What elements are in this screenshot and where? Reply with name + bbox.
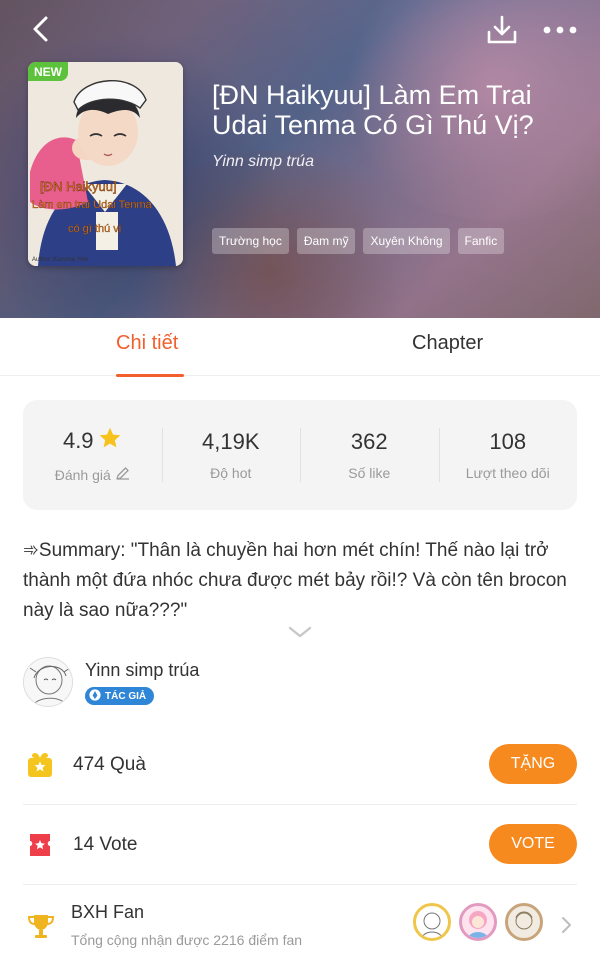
fan-ranking-subtitle: Tổng cộng nhận được 2216 điểm fan: [71, 932, 303, 948]
cover-title-line-1: [ĐN Haikyuu]: [40, 179, 117, 194]
download-icon[interactable]: [484, 12, 520, 48]
followers-value: 108: [489, 429, 527, 454]
expand-chevron-icon[interactable]: [286, 622, 314, 642]
tag-chip[interactable]: Fanfic: [457, 228, 505, 254]
tab-detail[interactable]: Chi tiết: [116, 332, 178, 355]
gift-row: 474 Quà TẶNG: [23, 725, 577, 805]
more-options-icon[interactable]: [540, 14, 580, 46]
book-author[interactable]: Yinn simp trúa: [212, 153, 314, 171]
tag-chip[interactable]: Xuyên Không: [363, 228, 450, 254]
tab-bar: Chi tiết Chapter: [0, 318, 600, 377]
ticket-icon: [27, 832, 53, 858]
rating-value: 4.9: [62, 428, 94, 453]
new-badge: NEW: [28, 62, 68, 81]
vote-button[interactable]: VOTE: [489, 824, 577, 864]
fan-avatar[interactable]: [413, 903, 451, 941]
author-badge: TÁC GIẢ: [85, 687, 155, 705]
stats-panel: 4.9 Đánh giá 4,19K Độ hot 362 Số like 10…: [23, 400, 577, 510]
fan-ranking-row[interactable]: BXH Fan Tổng cộng nhận được 2216 điểm fa…: [23, 885, 577, 965]
likes-label: Số like: [348, 465, 391, 481]
tag-chip[interactable]: Trường học: [212, 228, 289, 254]
book-title: [ĐN Haikyuu] Làm Em Trai Udai Tenma Có G…: [212, 80, 534, 140]
tag-chip[interactable]: Đam mỹ: [296, 228, 356, 254]
fan-avatar[interactable]: [459, 903, 497, 941]
vote-count: 14 Vote: [73, 834, 138, 855]
stat-likes: 362 Số like: [300, 400, 439, 510]
stat-followers: 108 Lượt theo dõi: [438, 400, 578, 510]
active-tab-indicator: [116, 374, 184, 377]
tab-chapter[interactable]: Chapter: [412, 332, 483, 355]
top-fans: [413, 903, 543, 941]
followers-label: Lượt theo dõi: [465, 465, 550, 481]
back-arrow-icon[interactable]: [24, 12, 58, 46]
vote-row: 14 Vote VOTE: [23, 805, 577, 885]
fan-avatar[interactable]: [505, 903, 543, 941]
hot-label: Độ hot: [210, 465, 252, 481]
fan-ranking-title: BXH Fan: [71, 902, 145, 922]
star-icon: [98, 426, 122, 456]
gift-count: 474 Quà: [73, 754, 146, 775]
edit-pencil-icon[interactable]: [115, 466, 130, 484]
cover-title-line-2: Làm em trai Udai Tenma: [32, 199, 153, 211]
pen-nib-icon: [89, 688, 101, 704]
stat-rating[interactable]: 4.9 Đánh giá: [23, 400, 162, 510]
book-header: [ĐN Haikyuu] Làm em trai Udai Tenma có g…: [0, 0, 600, 318]
author-name[interactable]: Yinn simp trúa: [85, 660, 199, 681]
gift-icon: [27, 752, 53, 778]
tag-list: Trường học Đam mỹ Xuyên Không Fanfic: [212, 228, 505, 254]
hot-value: 4,19K: [202, 429, 260, 454]
trophy-icon: [27, 912, 55, 938]
book-summary: ➾Summary: "Thân là chuyền hai hơn mét ch…: [23, 540, 567, 621]
likes-value: 362: [350, 429, 388, 454]
cover-title-line-3: có gì thú vị: [68, 223, 121, 235]
rating-label: Đánh giá: [54, 467, 111, 483]
avatar[interactable]: [23, 657, 73, 707]
cover-credit: Author: Kazuma Yinn: [32, 257, 88, 263]
chevron-right-icon[interactable]: [559, 915, 573, 935]
book-cover[interactable]: [ĐN Haikyuu] Làm em trai Udai Tenma có g…: [28, 62, 183, 266]
author-badge-label: TÁC GIẢ: [105, 690, 147, 702]
stat-hot: 4,19K Độ hot: [161, 400, 301, 510]
gift-button[interactable]: TẶNG: [489, 744, 577, 784]
